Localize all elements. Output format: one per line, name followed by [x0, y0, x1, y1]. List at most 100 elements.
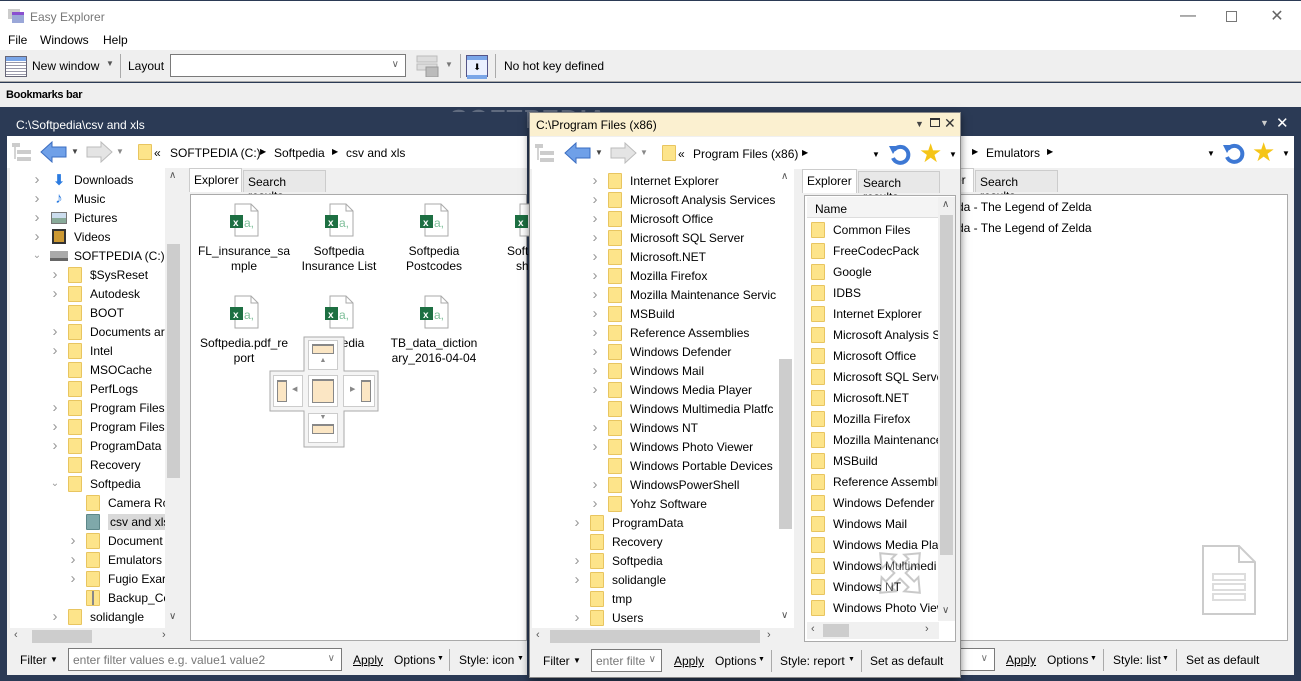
tree-item[interactable]: ⌄ SOFTPEDIA (C:)	[32, 246, 165, 265]
tree-item[interactable]: › Videos	[32, 227, 111, 246]
apply-button[interactable]: Apply	[674, 654, 704, 668]
forward-button[interactable]	[85, 140, 113, 166]
middle-list-hscroll[interactable]: ‹ ›	[807, 622, 939, 639]
style-button[interactable]: Style: icon	[459, 653, 514, 667]
chevron-down-icon[interactable]: ⌄	[50, 478, 60, 489]
tree-toggle-icon[interactable]	[534, 143, 556, 165]
chevron-right-icon[interactable]: ›	[32, 190, 42, 207]
tree-item[interactable]: tmp	[572, 589, 632, 608]
chevron-right-icon[interactable]: ›	[572, 609, 582, 626]
file-item[interactable]: x a, Softpedia Insurance List	[291, 203, 387, 283]
chevron-right-icon[interactable]: ›	[590, 343, 600, 360]
pane-close-icon[interactable]: ✕	[1276, 114, 1289, 132]
tree-item[interactable]: › Microsoft Office	[590, 209, 714, 228]
tree-item[interactable]: › Mozilla Maintenance Servic	[590, 285, 777, 304]
middle-list-vscroll[interactable]: ∧ ∨	[938, 197, 955, 621]
tree-item[interactable]: › Program Files	[50, 398, 165, 417]
list-item[interactable]: IDBS	[811, 282, 861, 303]
middle-pane-title[interactable]: C:\Program Files (x86)	[530, 113, 960, 136]
breadcrumb-current[interactable]: Program Files (x86)	[693, 147, 798, 161]
chevron-right-icon[interactable]: ›	[572, 571, 582, 588]
options-button[interactable]: Options	[394, 653, 435, 667]
tab-search-results[interactable]: Search results	[975, 170, 1058, 203]
forward-dropdown[interactable]: ▼	[640, 148, 648, 157]
pane-menu-icon[interactable]: ▼	[1260, 118, 1269, 128]
tree-item[interactable]: › solidangle	[572, 570, 667, 589]
breadcrumb-softpedia[interactable]: Softpedia	[274, 146, 325, 160]
breadcrumb-separator[interactable]: ▶	[1047, 147, 1053, 156]
chevron-right-icon[interactable]: ›	[590, 381, 600, 398]
tree-item[interactable]: › Fugio Exar	[68, 569, 167, 588]
list-item[interactable]: Reference Assemblie	[811, 471, 939, 492]
menu-help[interactable]: Help	[103, 33, 128, 47]
list-item[interactable]: da - The Legend of Zelda	[957, 196, 1092, 217]
refresh-icon[interactable]	[1222, 141, 1246, 168]
tab-explorer[interactable]: Explorer	[802, 169, 857, 193]
tree-item[interactable]: › Users	[572, 608, 644, 627]
layout-dropdown[interactable]: ▼	[445, 60, 453, 69]
breadcrumb-drive[interactable]: SOFTPEDIA (C:)	[170, 146, 261, 160]
save-layout-icon[interactable]	[416, 55, 440, 78]
chevron-right-icon[interactable]: ›	[32, 209, 42, 226]
tree-item[interactable]: Backup_Cc	[68, 588, 169, 607]
apply-button[interactable]: Apply	[353, 653, 383, 667]
breadcrumb-overflow[interactable]: «	[154, 146, 161, 160]
chevron-down-icon[interactable]: ⌄	[32, 250, 42, 261]
tree-item[interactable]: › Documents ar	[50, 322, 165, 341]
tree-item[interactable]: › ProgramData	[50, 436, 162, 455]
chevron-right-icon[interactable]: ›	[50, 323, 60, 340]
chevron-right-icon[interactable]: ›	[590, 438, 600, 455]
tree-item[interactable]: › MSBuild	[590, 304, 675, 323]
tree-item[interactable]: › Pictures	[32, 208, 118, 227]
tree-item[interactable]: › Windows Defender	[590, 342, 732, 361]
filter-chevron[interactable]: ▼	[573, 656, 581, 665]
style-button[interactable]: Style: list	[1113, 653, 1161, 667]
tree-item[interactable]: › WindowsPowerShell	[590, 475, 740, 494]
tree-item[interactable]: csv and xls	[68, 512, 172, 531]
forward-button[interactable]	[609, 141, 637, 167]
chevron-right-icon[interactable]: ›	[590, 476, 600, 493]
set-default-button[interactable]: Set as default	[870, 654, 943, 668]
menu-windows[interactable]: Windows	[40, 33, 89, 47]
breadcrumb-dropdown[interactable]: ▼	[1207, 149, 1215, 158]
chevron-right-icon[interactable]: ›	[50, 608, 60, 625]
list-item[interactable]: Windows Mail	[811, 513, 907, 534]
filter-dropdown[interactable]: Filter	[543, 654, 570, 668]
list-item[interactable]: Windows Defender	[811, 492, 934, 513]
chevron-right-icon[interactable]: ›	[572, 514, 582, 531]
filter-input[interactable]: enter filter values e.g. value1 value2 ∨	[68, 648, 342, 671]
list-item[interactable]: Mozilla Maintenance	[811, 429, 939, 450]
chevron-right-icon[interactable]: ›	[590, 286, 600, 303]
tree-item[interactable]: › Internet Explorer	[590, 171, 719, 190]
refresh-icon[interactable]	[888, 142, 912, 169]
pane-menu-icon[interactable]: ▼	[915, 119, 924, 129]
dock-bottom-button[interactable]: ▼	[308, 413, 338, 443]
tree-item[interactable]: › Windows NT	[590, 418, 699, 437]
chevron-right-icon[interactable]: ›	[590, 362, 600, 379]
chevron-right-icon[interactable]: ›	[590, 191, 600, 208]
pane-close-icon[interactable]: ✕	[944, 115, 956, 132]
chevron-right-icon[interactable]: ›	[590, 229, 600, 246]
tree-item[interactable]: › Microsoft SQL Server	[590, 228, 745, 247]
chevron-right-icon[interactable]: ›	[572, 552, 582, 569]
tree-item[interactable]: › Microsoft Analysis Services	[590, 190, 776, 209]
favorites-dropdown[interactable]: ▼	[1282, 149, 1290, 158]
tree-item[interactable]: ⌄ Softpedia	[50, 474, 141, 493]
breadcrumb-separator[interactable]: ▶	[972, 147, 978, 156]
tree-item[interactable]: › Microsoft.NET	[590, 247, 707, 266]
list-item[interactable]: MSBuild	[811, 450, 878, 471]
tree-item[interactable]: MSOCache	[50, 360, 152, 379]
dock-top-button[interactable]: ▲	[308, 340, 338, 370]
chevron-right-icon[interactable]: ›	[50, 342, 60, 359]
options-button[interactable]: Options	[715, 654, 756, 668]
pane-maximize-icon[interactable]	[930, 118, 940, 127]
chevron-right-icon[interactable]: ›	[590, 172, 600, 189]
tree-item[interactable]: › Document	[68, 531, 163, 550]
favorites-star-icon[interactable]: ★	[919, 140, 942, 166]
tree-item[interactable]: › Intel	[50, 341, 113, 360]
chevron-right-icon[interactable]: ›	[32, 171, 42, 188]
tree-item[interactable]: › $SysReset	[50, 265, 149, 284]
dock-left-button[interactable]: ◀	[273, 375, 303, 407]
chevron-right-icon[interactable]: ›	[590, 267, 600, 284]
list-item[interactable]: Microsoft Office	[811, 345, 916, 366]
